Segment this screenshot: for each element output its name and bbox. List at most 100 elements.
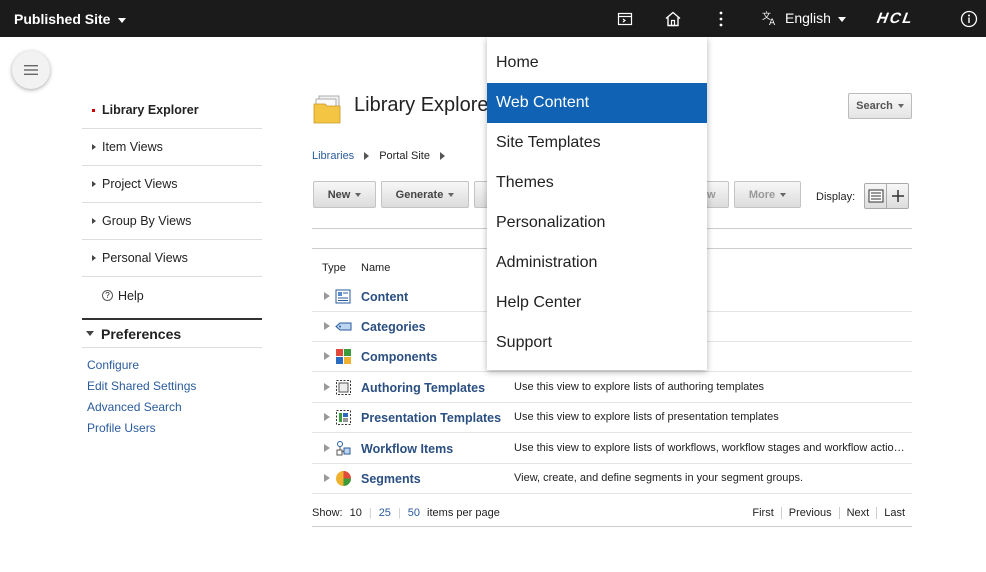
page-size-selector: Show: 10 | 25 | 50 items per page (312, 507, 500, 519)
nav-item-help[interactable]: ? Help (82, 277, 262, 314)
list-view-icon[interactable] (865, 184, 886, 208)
expand-arrow-icon[interactable] (324, 474, 330, 482)
last-page-button[interactable]: Last (876, 507, 912, 519)
nav-item-personal-views[interactable]: Personal Views (82, 240, 262, 277)
expand-arrow-icon[interactable] (324, 322, 330, 330)
row-name[interactable]: Segments (361, 472, 421, 486)
more-vertical-icon[interactable] (711, 9, 731, 29)
breadcrumb-portal-site: Portal Site (379, 150, 430, 162)
new-button-label: New (327, 188, 351, 201)
site-selector-label: Published Site (14, 11, 111, 27)
first-page-button[interactable]: First (745, 507, 780, 519)
info-icon[interactable] (959, 9, 979, 29)
language-selector[interactable]: 文A English (762, 10, 846, 26)
search-button-label: Search (856, 100, 893, 112)
row-name[interactable]: Components (361, 350, 437, 364)
configure-link[interactable]: Configure (87, 358, 262, 379)
row-description: Use this view to explore lists of workfl… (514, 442, 905, 454)
page-size-10: 10 (349, 507, 362, 519)
new-button[interactable]: New (313, 181, 376, 208)
nav-item-library-explorer[interactable]: Library Explorer (82, 92, 262, 129)
advanced-search-link[interactable]: Advanced Search (87, 400, 262, 421)
chevron-down-icon (118, 17, 127, 23)
column-header-type[interactable]: Type (322, 262, 346, 274)
table-row[interactable]: Segments View, create, and define segmen… (312, 463, 912, 494)
row-name[interactable]: Authoring Templates (361, 381, 485, 395)
left-navigation: Library Explorer Item Views Project View… (82, 92, 262, 442)
nav-item-label: Library Explorer (102, 103, 199, 117)
menu-item-themes[interactable]: Themes (487, 163, 707, 203)
nav-item-label: Personal Views (102, 251, 188, 265)
home-icon[interactable] (663, 9, 683, 29)
categories-tag-icon (335, 322, 352, 331)
svg-text:A: A (769, 18, 776, 26)
expand-arrow-icon (92, 144, 96, 150)
expand-arrow-icon[interactable] (324, 413, 330, 421)
library-folder-icon (313, 94, 343, 124)
previous-page-button[interactable]: Previous (780, 507, 839, 519)
menu-item-home[interactable]: Home (487, 43, 707, 83)
breadcrumb-separator-icon (439, 152, 445, 160)
expand-arrow-icon[interactable] (324, 292, 330, 300)
page-size-50[interactable]: 50 (408, 507, 420, 519)
nav-item-label: Project Views (102, 177, 178, 191)
active-bullet-icon (92, 108, 95, 112)
expand-arrow-icon (92, 218, 96, 224)
next-page-button[interactable]: Next (838, 507, 877, 519)
site-selector[interactable]: Published Site (14, 11, 127, 27)
table-row[interactable]: Authoring Templates Use this view to exp… (312, 372, 912, 403)
pager-separator: | (397, 507, 401, 519)
expand-arrow-icon[interactable] (324, 352, 330, 360)
generate-button-label: Generate (395, 188, 444, 201)
menu-item-support[interactable]: Support (487, 323, 707, 363)
chevron-down-icon (897, 104, 904, 108)
view-button-label: w (707, 188, 716, 201)
row-description: View, create, and define segments in you… (514, 472, 804, 484)
help-icon: ? (102, 290, 113, 301)
more-button[interactable]: More (734, 181, 801, 208)
row-description: Use this view to explore lists of author… (514, 381, 765, 393)
generate-button[interactable]: Generate (381, 181, 469, 208)
collapse-arrow-icon (86, 331, 94, 336)
column-header-name[interactable]: Name (361, 262, 390, 274)
hcl-logo: HCL (875, 10, 916, 27)
breadcrumb-libraries[interactable]: Libraries (312, 150, 354, 162)
row-name[interactable]: Workflow Items (361, 442, 453, 456)
table-bottom-divider (312, 526, 912, 527)
preferences-links: Configure Edit Shared Settings Advanced … (82, 348, 262, 442)
expand-arrow-icon[interactable] (324, 383, 330, 391)
preferences-header[interactable]: Preferences (82, 318, 262, 348)
search-button[interactable]: Search (848, 93, 912, 119)
menu-item-administration[interactable]: Administration (487, 243, 707, 283)
menu-item-site-templates[interactable]: Site Templates (487, 123, 707, 163)
profile-users-link[interactable]: Profile Users (87, 421, 262, 442)
table-row[interactable]: Workflow Items Use this view to explore … (312, 433, 912, 464)
chevron-down-icon (780, 192, 787, 197)
add-column-icon[interactable] (886, 184, 908, 208)
sidebar-toggle-icon[interactable] (615, 9, 635, 29)
display-toggle[interactable] (864, 183, 909, 209)
expand-arrow-icon[interactable] (324, 444, 330, 452)
chevron-down-icon (355, 192, 362, 197)
page-size-25[interactable]: 25 (379, 507, 391, 519)
nav-item-label: Help (118, 288, 144, 303)
hamburger-menu-button[interactable] (12, 51, 50, 89)
top-bar: Published Site 文A English HCL (0, 0, 986, 37)
row-name[interactable]: Presentation Templates (361, 411, 501, 425)
menu-item-personalization[interactable]: Personalization (487, 203, 707, 243)
pagination: First Previous Next Last (745, 507, 912, 519)
language-label: English (785, 10, 831, 26)
workflow-icon (336, 441, 351, 456)
nav-item-group-by-views[interactable]: Group By Views (82, 203, 262, 240)
components-icon (336, 349, 351, 364)
table-row[interactable]: Presentation Templates Use this view to … (312, 402, 912, 433)
breadcrumb-separator-icon (364, 152, 370, 160)
row-name[interactable]: Categories (361, 320, 426, 334)
nav-item-project-views[interactable]: Project Views (82, 166, 262, 203)
menu-item-web-content[interactable]: Web Content (487, 83, 707, 123)
display-label: Display: (816, 191, 856, 203)
row-name[interactable]: Content (361, 290, 408, 304)
edit-shared-settings-link[interactable]: Edit Shared Settings (87, 379, 262, 400)
menu-item-help-center[interactable]: Help Center (487, 283, 707, 323)
nav-item-item-views[interactable]: Item Views (82, 129, 262, 166)
